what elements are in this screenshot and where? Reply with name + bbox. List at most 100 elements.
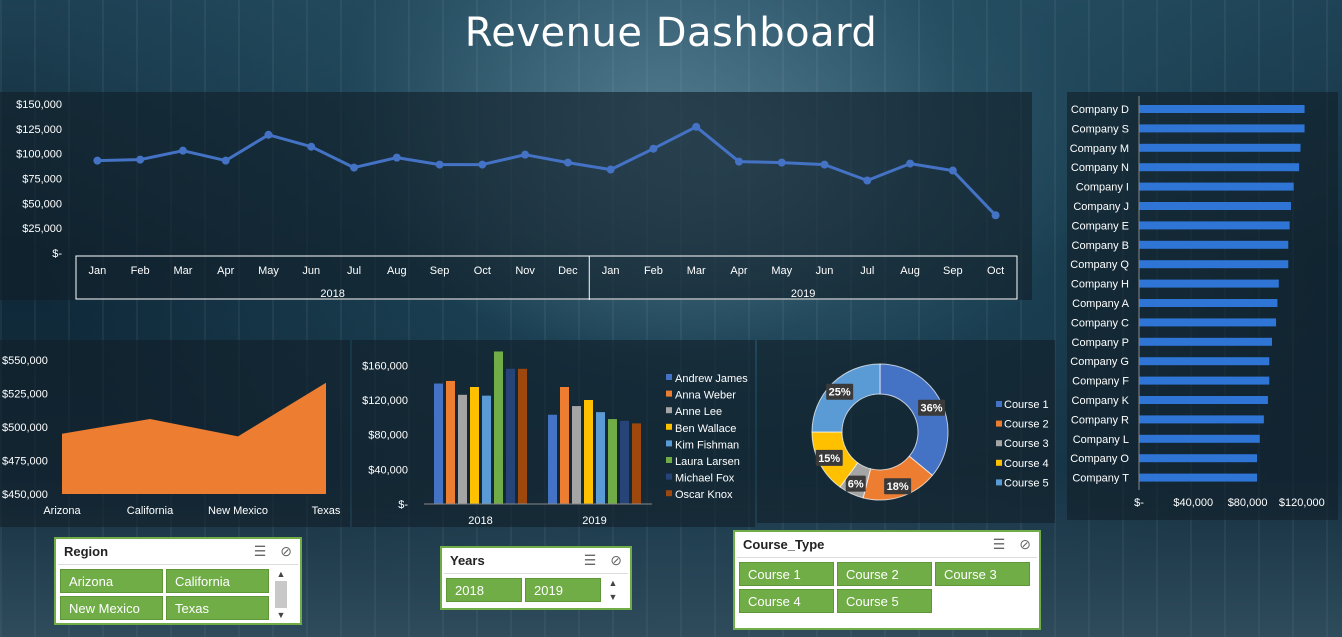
x-tick-label: Arizona (43, 505, 81, 517)
bar (1139, 318, 1277, 327)
data-point (820, 160, 829, 169)
x-tick-label: Mar (687, 265, 706, 277)
bar (572, 406, 581, 504)
y-tick-label: $75,000 (22, 174, 62, 186)
slicer-button-2019[interactable]: 2019 (525, 578, 601, 602)
bar (482, 395, 491, 504)
course-share-chart-panel[interactable]: 36% 18% 6% 15% 25% Course 1 Course 2 Course 3 Co… (757, 340, 1055, 523)
slicer-title: Course_Type (743, 537, 825, 552)
legend-label: Ben Wallace (675, 423, 736, 435)
data-point (734, 157, 743, 166)
bar (1139, 434, 1260, 443)
region-slicer: Region ☰ ⊘ Arizona California New Mexico… (54, 537, 302, 625)
data-point (478, 160, 487, 169)
slicer-button-course-5[interactable]: Course 5 (837, 589, 932, 613)
legend-label: Anna Weber (675, 390, 736, 402)
x-tick-label: Oct (987, 265, 1004, 277)
y-tick-label: $50,000 (22, 198, 62, 210)
clear-filter-icon[interactable]: ⊘ (1019, 536, 1031, 553)
y-tick-label: Company Q (1070, 259, 1129, 271)
slicer-button-course-2[interactable]: Course 2 (837, 562, 932, 586)
data-point (93, 156, 102, 165)
x-tick-label: Aug (900, 265, 920, 277)
legend-label: Course 3 (1004, 438, 1049, 450)
instructor-revenue-chart-panel[interactable]: $160,000 $120,000 $80,000 $40,000 $- 2018 2019… (352, 340, 755, 527)
data-point (777, 158, 786, 167)
bar (596, 412, 605, 504)
slicer-button-course-3[interactable]: Course 3 (935, 562, 1030, 586)
data-point (906, 159, 915, 168)
bar (446, 380, 455, 504)
legend-label: Course 4 (1004, 458, 1049, 470)
scrollbar-thumb[interactable] (275, 581, 287, 608)
data-point (649, 144, 658, 153)
y-tick-label: $- (398, 499, 408, 511)
data-label: 25% (829, 387, 851, 399)
legend-label: Andrew James (675, 373, 748, 385)
y-tick-label: Company T (1072, 473, 1129, 485)
clear-filter-icon[interactable]: ⊘ (280, 543, 292, 560)
slicer-button-new-mexico[interactable]: New Mexico (60, 596, 163, 620)
multi-select-icon[interactable]: ☰ (993, 536, 1006, 553)
monthly-revenue-chart-panel[interactable]: $150,000 $125,000 $100,000 $75,000 $50,000 $2… (0, 92, 1032, 300)
slicer-button-course-1[interactable]: Course 1 (739, 562, 834, 586)
scroll-up-icon[interactable]: ▲ (609, 578, 618, 588)
clear-filter-icon[interactable]: ⊘ (610, 552, 622, 569)
x-tick-label: Texas (312, 505, 341, 517)
bar (548, 414, 557, 504)
slicer-scrollbar[interactable]: ▲ ▼ (605, 578, 621, 602)
slicer-scrollbar[interactable]: ▲ ▼ (273, 569, 289, 620)
bar (470, 387, 479, 504)
multi-select-icon[interactable]: ☰ (584, 552, 597, 569)
x-tick-label: Mar (173, 265, 192, 277)
x-tick-label: Jun (302, 265, 320, 277)
scroll-up-icon[interactable]: ▲ (277, 569, 286, 579)
bar (494, 351, 503, 504)
bar (584, 400, 593, 504)
x-axis-frame (75, 255, 1018, 300)
bar (1139, 396, 1268, 404)
data-label: 15% (818, 453, 840, 465)
region-revenue-chart-panel[interactable]: $550,000 $525,000 $500,000 $475,000 $450,000… (0, 340, 350, 527)
x-tick-label: $80,000 (1228, 497, 1268, 509)
x-tick-label: Aug (387, 265, 407, 277)
legend-label: Kim Fishman (675, 439, 739, 451)
bar (518, 368, 527, 504)
x-tick-label: California (127, 505, 174, 517)
company-revenue-chart-panel[interactable]: Company D Company S Company M Company N Comp… (1067, 92, 1338, 520)
scroll-down-icon[interactable]: ▼ (277, 610, 286, 620)
legend-swatch (666, 457, 672, 463)
x-tick-label: Sep (430, 265, 450, 277)
bar (1139, 143, 1301, 152)
bar (1139, 454, 1258, 463)
slicer-header: Region ☰ ⊘ (58, 539, 298, 565)
x-tick-label: Jul (860, 265, 874, 277)
slicer-title: Years (450, 553, 485, 568)
bar (620, 420, 629, 504)
x-tick-label: May (258, 265, 279, 277)
x-tick-label: Feb (644, 265, 663, 277)
y-tick-label: Company G (1070, 356, 1129, 368)
company-revenue-bar-chart: Company D Company S Company M Company N Comp… (1070, 96, 1325, 509)
slicer-button-california[interactable]: California (166, 569, 269, 593)
scroll-down-icon[interactable]: ▼ (609, 592, 618, 602)
y-tick-label: $125,000 (16, 124, 62, 136)
x-tick-label: Jun (816, 265, 834, 277)
x-tick-label: Oct (474, 265, 491, 277)
y-tick-label: $150,000 (16, 99, 62, 111)
multi-select-icon[interactable]: ☰ (254, 543, 267, 560)
bar (1139, 357, 1270, 366)
year-label: 2019 (791, 288, 815, 300)
monthly-revenue-line-chart: $150,000 $125,000 $100,000 $75,000 $50,000 $2… (16, 99, 1018, 300)
slicer-title: Region (64, 544, 109, 559)
slicer-button-course-4[interactable]: Course 4 (739, 589, 834, 613)
slicer-button-texas[interactable]: Texas (166, 596, 269, 620)
slicer-button-2018[interactable]: 2018 (446, 578, 522, 602)
bar (1139, 202, 1291, 210)
y-tick-label: $40,000 (368, 464, 408, 476)
slicer-button-arizona[interactable]: Arizona (60, 569, 163, 593)
x-tick-label: New Mexico (208, 505, 268, 517)
slicer-header: Years ☰ ⊘ (444, 548, 628, 574)
data-point (178, 146, 187, 155)
y-tick-label: Company M (1070, 143, 1129, 155)
